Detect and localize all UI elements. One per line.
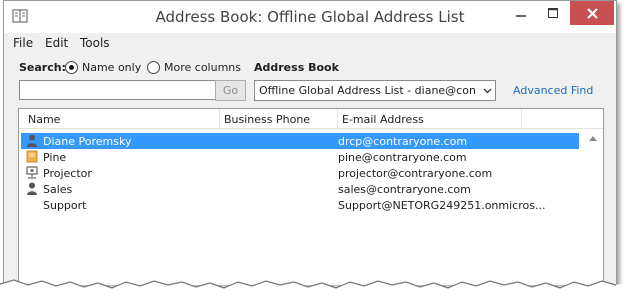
equipment-icon: [26, 166, 38, 179]
address-book-window: Address Book: Offline Global Address Lis…: [3, 0, 617, 285]
radio-name-only-circle[interactable]: [65, 61, 78, 74]
maximize-button[interactable]: [538, 1, 568, 25]
contact-name: Sales: [43, 183, 73, 196]
table-row[interactable]: Sales sales@contraryone.com: [21, 181, 579, 197]
address-book-dropdown[interactable]: Offline Global Address List - diane@cont…: [254, 80, 496, 101]
close-icon: [586, 7, 598, 19]
scroll-up-arrow-icon[interactable]: [589, 135, 597, 141]
person-icon: [27, 182, 37, 195]
column-header-name[interactable]: Name: [28, 113, 60, 126]
column-divider[interactable]: [521, 109, 522, 128]
person-icon: [27, 134, 37, 147]
go-button[interactable]: Go: [215, 80, 246, 101]
column-divider[interactable]: [337, 109, 338, 128]
minimize-button[interactable]: [506, 1, 536, 25]
contact-email: projector@contraryone.com: [338, 167, 493, 180]
contact-email: pine@contraryone.com: [338, 151, 467, 164]
radio-name-only[interactable]: Name only: [65, 61, 145, 75]
contact-email: drcp@contraryone.com: [338, 135, 468, 148]
radio-more-columns[interactable]: More columns: [147, 61, 247, 75]
radio-more-columns-circle[interactable]: [147, 61, 160, 74]
column-header-business-phone[interactable]: Business Phone: [224, 113, 310, 126]
menu-file[interactable]: File: [13, 36, 33, 50]
column-divider[interactable]: [219, 109, 220, 128]
table-row[interactable]: Support Support@NETORG249251.onmicros...: [21, 197, 579, 213]
radio-selected-dot: [69, 65, 74, 70]
search-label: Search:: [19, 61, 66, 74]
address-list[interactable]: Name Business Phone E-mail Address Diane…: [18, 108, 604, 285]
contact-email: sales@contraryone.com: [338, 183, 471, 196]
minimize-icon: [516, 15, 526, 17]
menu-tools[interactable]: Tools: [80, 36, 110, 50]
maximize-icon: [548, 8, 558, 18]
contact-name: Projector: [43, 167, 92, 180]
room-icon: [26, 150, 38, 163]
column-header-email[interactable]: E-mail Address: [342, 113, 424, 126]
address-book-label: Address Book: [254, 61, 339, 74]
search-input[interactable]: [19, 80, 216, 100]
table-row[interactable]: Pine pine@contraryone.com: [21, 149, 579, 165]
menu-bar: File Edit Tools: [4, 33, 616, 53]
chevron-down-icon: [483, 88, 492, 94]
radio-more-columns-label: More columns: [164, 61, 241, 74]
contact-name: Diane Poremsky: [43, 135, 132, 148]
table-row[interactable]: Diane Poremsky drcp@contraryone.com: [21, 133, 579, 149]
menu-edit[interactable]: Edit: [45, 36, 68, 50]
title-bar: Address Book: Offline Global Address Lis…: [4, 1, 616, 33]
list-header: Name Business Phone E-mail Address: [19, 109, 603, 129]
contact-name: Pine: [43, 151, 67, 164]
close-button[interactable]: [570, 1, 614, 25]
advanced-find-link[interactable]: Advanced Find: [513, 84, 593, 97]
contact-email: Support@NETORG249251.onmicros...: [338, 199, 546, 212]
radio-name-only-label: Name only: [82, 61, 142, 74]
torn-edge: [0, 279, 626, 300]
table-row[interactable]: Projector projector@contraryone.com: [21, 165, 579, 181]
contact-name: Support: [43, 199, 87, 212]
address-book-selected-value: Offline Global Address List - diane@cont…: [259, 84, 475, 97]
